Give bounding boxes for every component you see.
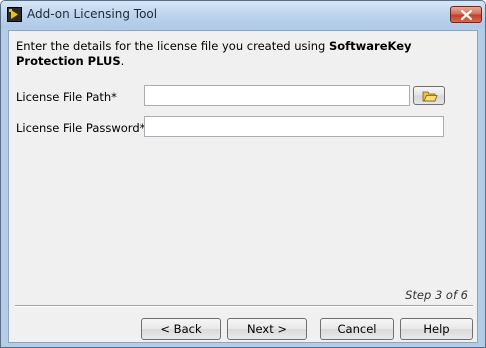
- license-path-input[interactable]: [144, 85, 410, 106]
- license-path-label: License File Path*: [16, 90, 117, 104]
- dialog-window: Add-on Licensing Tool Enter the details …: [0, 0, 486, 348]
- intro-text: Enter the details for the license file y…: [16, 39, 472, 69]
- window-title: Add-on Licensing Tool: [27, 7, 158, 21]
- client-area: Enter the details for the license file y…: [8, 30, 478, 343]
- help-button[interactable]: Help: [400, 318, 473, 340]
- folder-open-icon: [422, 91, 438, 102]
- license-password-label: License File Password*: [16, 121, 146, 135]
- next-button[interactable]: Next >: [227, 318, 307, 340]
- close-icon: [461, 10, 472, 20]
- title-bar[interactable]: Add-on Licensing Tool: [1, 1, 485, 28]
- app-icon: [7, 7, 22, 22]
- browse-button[interactable]: [413, 86, 445, 105]
- cancel-button[interactable]: Cancel: [320, 318, 394, 340]
- step-indicator: Step 3 of 6: [405, 288, 468, 302]
- intro-prefix: Enter the details for the license file y…: [16, 39, 329, 53]
- intro-suffix: .: [120, 54, 125, 68]
- close-button[interactable]: [450, 6, 482, 23]
- separator: [15, 305, 473, 307]
- back-button[interactable]: < Back: [141, 318, 221, 340]
- license-password-input[interactable]: [144, 116, 444, 137]
